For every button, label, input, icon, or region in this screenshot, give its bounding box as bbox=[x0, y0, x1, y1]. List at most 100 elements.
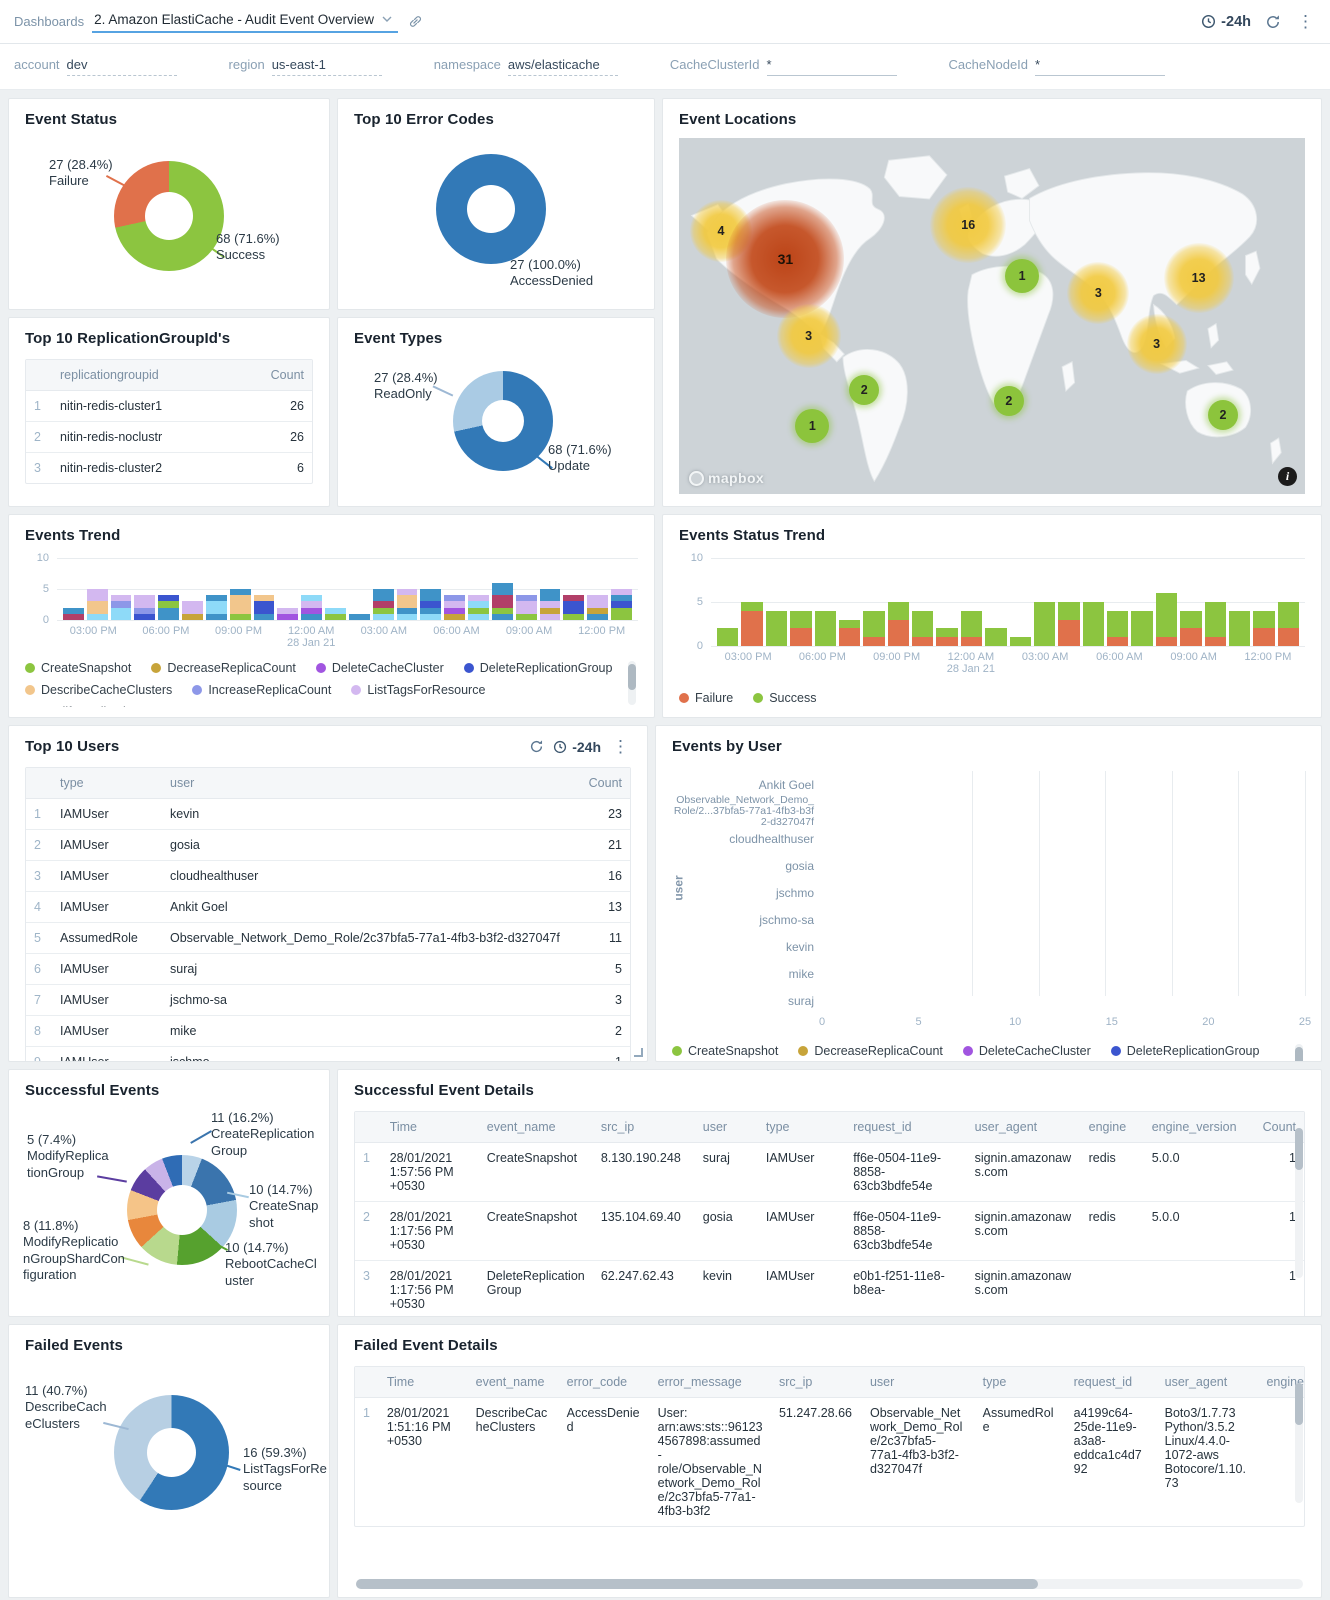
trend-bar[interactable] bbox=[1229, 558, 1250, 646]
trend-bar[interactable] bbox=[766, 558, 787, 646]
map-bubble[interactable]: 2 bbox=[1208, 400, 1238, 430]
chevron-down-icon[interactable] bbox=[382, 16, 392, 23]
legend-item[interactable]: IncreaseReplicaCount bbox=[192, 683, 331, 697]
breadcrumb[interactable]: Dashboards bbox=[14, 14, 84, 29]
trend-bar[interactable] bbox=[790, 558, 811, 646]
table-row[interactable]: 128/01/2021 1:57:56 PM +0530CreateSnapsh… bbox=[355, 1143, 1304, 1202]
legend-item[interactable]: DeleteCacheCluster bbox=[963, 1044, 1091, 1058]
trend-bar[interactable] bbox=[717, 558, 738, 646]
filter-value[interactable]: dev bbox=[67, 57, 177, 76]
table-row[interactable]: 7IAMUserjschmo-sa3 bbox=[26, 985, 630, 1016]
table-row[interactable]: 6IAMUsersuraj5 bbox=[26, 954, 630, 985]
legend-item[interactable]: Failure bbox=[679, 687, 733, 709]
table-row[interactable]: 4IAMUserAnkit Goel13 bbox=[26, 892, 630, 923]
panel-resize-handle[interactable] bbox=[634, 1048, 643, 1057]
user-bar-row[interactable]: gosia bbox=[822, 852, 1305, 879]
table-row[interactable]: 328/01/2021 1:17:56 PM +0530DeleteReplic… bbox=[355, 1261, 1304, 1318]
trend-bar[interactable] bbox=[1083, 558, 1104, 646]
filter-region[interactable]: region us-east-1 bbox=[229, 57, 382, 76]
filter-value[interactable]: * bbox=[767, 57, 897, 76]
kebab-menu-icon[interactable]: ⋮ bbox=[1295, 13, 1316, 30]
trend-bar[interactable] bbox=[863, 558, 884, 646]
trend-bar[interactable] bbox=[111, 558, 132, 620]
trend-bar[interactable] bbox=[444, 558, 465, 620]
legend-item[interactable]: Success bbox=[753, 687, 816, 709]
legend-item[interactable]: DescribeCacheClusters bbox=[25, 683, 172, 697]
user-bar-row[interactable]: cloudhealthuser bbox=[822, 825, 1305, 852]
trend-bar[interactable] bbox=[1205, 558, 1226, 646]
panel-time-range-control[interactable]: -24h bbox=[553, 739, 601, 755]
trend-bar[interactable] bbox=[182, 558, 203, 620]
table-vertical-scrollbar[interactable] bbox=[1295, 1128, 1303, 1278]
trend-bar[interactable] bbox=[1253, 558, 1274, 646]
filter-namespace[interactable]: namespace aws/elasticache bbox=[434, 57, 618, 76]
trend-bar[interactable] bbox=[420, 558, 441, 620]
legend-item[interactable]: CreateSnapshot bbox=[672, 1044, 778, 1058]
trend-bar[interactable] bbox=[839, 558, 860, 646]
successful-events-donut[interactable] bbox=[127, 1155, 237, 1265]
trend-bar[interactable] bbox=[158, 558, 179, 620]
map-bubble[interactable]: 3 bbox=[1127, 314, 1187, 374]
trend-bar[interactable] bbox=[985, 558, 1006, 646]
user-bar-row[interactable]: Ankit Goel bbox=[822, 771, 1305, 798]
trend-bar[interactable] bbox=[563, 558, 584, 620]
legend-item[interactable]: ListTagsForResource bbox=[351, 683, 485, 697]
filter-cachenodeid[interactable]: CacheNodeId * bbox=[949, 57, 1166, 76]
refresh-icon[interactable] bbox=[1265, 14, 1281, 30]
table-row[interactable]: 3nitin-redis-cluster26 bbox=[26, 453, 312, 484]
table-horizontal-scrollbar[interactable] bbox=[356, 1579, 1303, 1589]
trend-bar[interactable] bbox=[912, 558, 933, 646]
trend-bar[interactable] bbox=[611, 558, 632, 620]
trend-bar[interactable] bbox=[1034, 558, 1055, 646]
trend-bar[interactable] bbox=[63, 558, 84, 620]
user-bar-row[interactable]: mike bbox=[822, 960, 1305, 987]
map-bubble[interactable]: 3 bbox=[1067, 262, 1129, 324]
table-row[interactable]: 8IAMUsermike2 bbox=[26, 1016, 630, 1047]
share-link-icon[interactable] bbox=[408, 14, 423, 29]
trend-bar[interactable] bbox=[1058, 558, 1079, 646]
event-status-donut[interactable] bbox=[114, 161, 224, 271]
trend-bar[interactable] bbox=[1180, 558, 1201, 646]
trend-bar[interactable] bbox=[87, 558, 108, 620]
map-bubble[interactable]: 1 bbox=[795, 409, 829, 443]
trend-bar[interactable] bbox=[1156, 558, 1177, 646]
legend-item[interactable] bbox=[224, 705, 234, 707]
legend-item[interactable]: DeleteCacheCluster bbox=[316, 661, 444, 675]
trend-bar[interactable] bbox=[468, 558, 489, 620]
trend-bar[interactable] bbox=[277, 558, 298, 620]
table-row[interactable]: 128/01/2021 1:51:16 PM +0530DescribeCach… bbox=[355, 1398, 1304, 1527]
trend-bar[interactable] bbox=[961, 558, 982, 646]
user-bar-row[interactable]: Observable_Network_Demo_Role/2...37bfa5-… bbox=[822, 798, 1305, 825]
dashboard-title[interactable]: 2. Amazon ElastiCache - Audit Event Over… bbox=[92, 10, 398, 33]
panel-refresh-icon[interactable] bbox=[529, 739, 544, 754]
trend-bar[interactable] bbox=[230, 558, 251, 620]
trend-bar[interactable] bbox=[254, 558, 275, 620]
legend-scrollbar[interactable] bbox=[1295, 1044, 1303, 1062]
world-map[interactable]: mapbox i 431163121313322 bbox=[679, 138, 1305, 494]
filter-value[interactable]: * bbox=[1035, 57, 1165, 76]
filter-cacheclusterid[interactable]: CacheClusterId * bbox=[670, 57, 897, 76]
map-bubble[interactable]: 31 bbox=[726, 200, 844, 318]
trend-bar[interactable] bbox=[492, 558, 513, 620]
trend-bar[interactable] bbox=[134, 558, 155, 620]
trend-bar[interactable] bbox=[587, 558, 608, 620]
trend-bar[interactable] bbox=[888, 558, 909, 646]
trend-bar[interactable] bbox=[325, 558, 346, 620]
table-row[interactable]: 1IAMUserkevin23 bbox=[26, 799, 630, 830]
table-row[interactable]: 5AssumedRoleObservable_Network_Demo_Role… bbox=[26, 923, 630, 954]
time-range-control[interactable]: -24h bbox=[1201, 14, 1251, 30]
legend-item[interactable]: ModifyReplicationGroup bbox=[25, 705, 174, 707]
table-row[interactable]: 228/01/2021 1:17:56 PM +0530CreateSnapsh… bbox=[355, 1202, 1304, 1261]
trend-bar[interactable] bbox=[349, 558, 370, 620]
trend-bar[interactable] bbox=[540, 558, 561, 620]
trend-bar[interactable] bbox=[1278, 558, 1299, 646]
map-bubble[interactable]: 2 bbox=[849, 375, 879, 405]
mapbox-logo[interactable]: mapbox bbox=[689, 470, 764, 486]
legend-item[interactable]: DeleteReplicationGroup bbox=[464, 661, 613, 675]
trend-bar[interactable] bbox=[741, 558, 762, 646]
table-row[interactable]: 1nitin-redis-cluster126 bbox=[26, 391, 312, 422]
trend-bar[interactable] bbox=[1107, 558, 1128, 646]
map-bubble[interactable]: 1 bbox=[1005, 259, 1039, 293]
trend-bar[interactable] bbox=[301, 558, 322, 620]
map-bubble[interactable]: 2 bbox=[994, 386, 1024, 416]
